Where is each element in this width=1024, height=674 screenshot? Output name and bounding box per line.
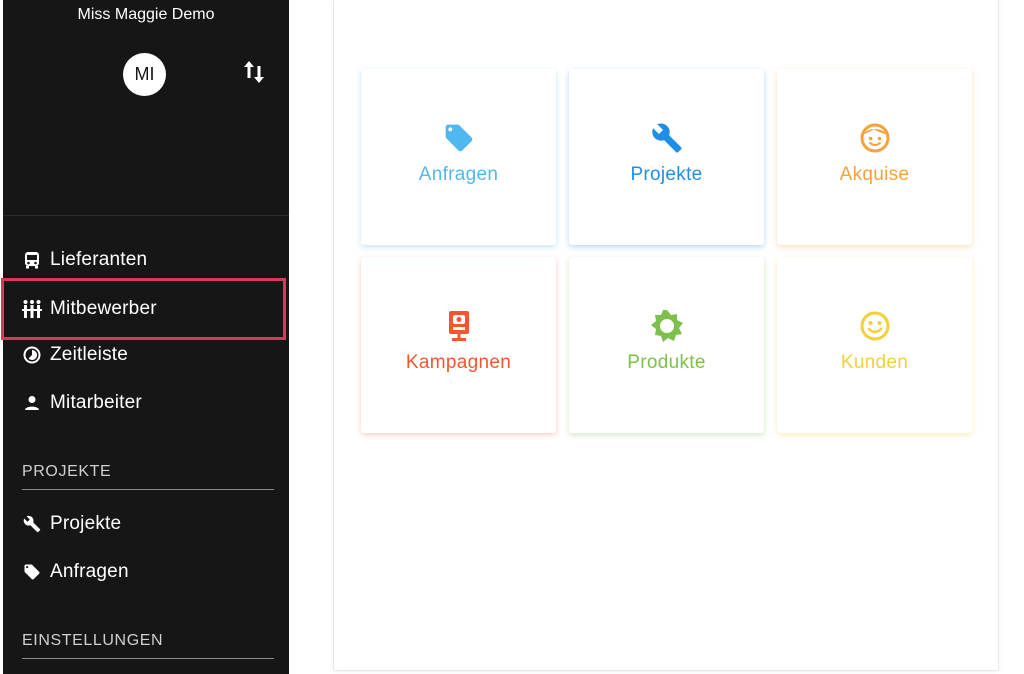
sidebar-item-label: Mitarbeiter bbox=[50, 392, 142, 413]
tile-anfragen[interactable]: Anfragen bbox=[361, 69, 556, 245]
tile-label: Anfragen bbox=[418, 164, 499, 185]
smiley-icon bbox=[858, 309, 892, 343]
section-header-projekte: PROJEKTE bbox=[22, 463, 274, 490]
tile-kunden[interactable]: Kunden bbox=[777, 257, 972, 433]
timelapse-icon bbox=[22, 345, 42, 365]
account-name: Miss Maggie Demo bbox=[77, 6, 215, 23]
child-face-icon bbox=[858, 121, 892, 155]
campaign-board-icon bbox=[442, 309, 476, 343]
sidebar-item-zeitleiste[interactable]: Zeitleiste bbox=[3, 331, 289, 379]
tile-label: Kunden bbox=[840, 352, 909, 373]
wrench-icon bbox=[22, 514, 42, 534]
sidebar-item-label: Zeitleiste bbox=[50, 344, 129, 365]
gear-sun-icon bbox=[650, 309, 684, 343]
sidebar-item-label: Lieferanten bbox=[50, 249, 148, 270]
tag-icon bbox=[442, 121, 476, 155]
sidebar-item-label: Anfragen bbox=[50, 561, 129, 582]
sidebar-divider bbox=[3, 215, 289, 216]
app-window: Miss Maggie Demo MI Lieferanten Mitbewer… bbox=[0, 0, 1024, 674]
wrench-icon bbox=[650, 121, 684, 155]
avatar[interactable]: MI bbox=[123, 53, 166, 96]
tile-kampagnen[interactable]: Kampagnen bbox=[361, 257, 556, 433]
sidebar-item-anfragen[interactable]: Anfragen bbox=[3, 548, 289, 596]
tag-icon bbox=[22, 562, 42, 582]
tile-label: Projekte bbox=[630, 164, 703, 185]
tile-label: Kampagnen bbox=[405, 352, 512, 373]
tile-produkte[interactable]: Produkte bbox=[569, 257, 764, 433]
tile-akquise[interactable]: Akquise bbox=[777, 69, 972, 245]
sidebar: Miss Maggie Demo MI Lieferanten Mitbewer… bbox=[1, 0, 289, 674]
sidebar-item-label: Mitbewerber bbox=[50, 298, 157, 319]
tile-label: Produkte bbox=[627, 352, 706, 373]
sidebar-item-projekte[interactable]: Projekte bbox=[3, 500, 289, 548]
main-panel: Anfragen Projekte Akquise Kampagnen Prod… bbox=[333, 0, 999, 671]
sidebar-item-label: Projekte bbox=[50, 513, 122, 534]
section-header-einstellungen: EINSTELLUNGEN bbox=[22, 632, 274, 659]
swap-vertical-icon[interactable] bbox=[242, 58, 266, 86]
sidebar-item-lieferanten[interactable]: Lieferanten bbox=[3, 236, 289, 284]
people-group-icon bbox=[22, 299, 42, 319]
tile-projekte[interactable]: Projekte bbox=[569, 69, 764, 245]
bus-icon bbox=[22, 250, 42, 270]
sidebar-item-mitarbeiter[interactable]: Mitarbeiter bbox=[3, 379, 289, 427]
person-icon bbox=[22, 393, 42, 413]
tile-label: Akquise bbox=[839, 164, 910, 185]
